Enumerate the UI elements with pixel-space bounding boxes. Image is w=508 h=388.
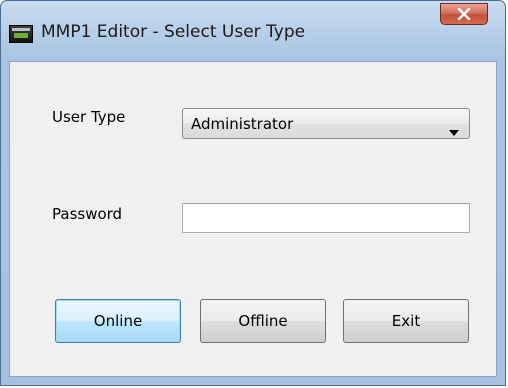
dialog-body: User Type Administrator Password Online … [9, 61, 497, 377]
dialog-window: MMP1 Editor - Select User Type User Type… [0, 0, 506, 386]
app-icon [9, 25, 33, 43]
online-button-label: Online [93, 312, 143, 330]
password-field[interactable] [182, 203, 470, 233]
close-button[interactable] [440, 3, 488, 25]
exit-button-label: Exit [391, 312, 421, 330]
title-bar[interactable]: MMP1 Editor - Select User Type [1, 1, 505, 61]
password-label: Password [52, 205, 123, 223]
exit-button[interactable]: Exit [343, 299, 469, 343]
online-button[interactable]: Online [55, 299, 181, 343]
chevron-down-icon [449, 121, 459, 140]
user-type-select[interactable]: Administrator [182, 108, 470, 139]
offline-button-label: Offline [238, 312, 288, 330]
window-title: MMP1 Editor - Select User Type [41, 22, 306, 42]
user-type-selected-value: Administrator [191, 115, 294, 133]
close-icon [457, 8, 471, 20]
user-type-label: User Type [52, 108, 126, 126]
offline-button[interactable]: Offline [200, 299, 326, 343]
